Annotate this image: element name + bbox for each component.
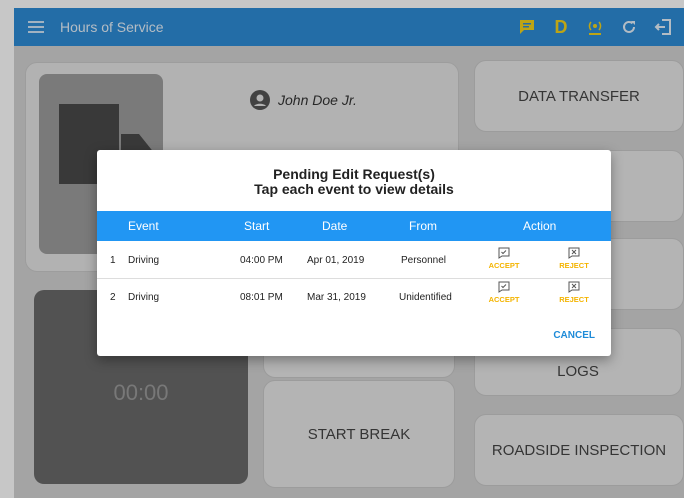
table-row[interactable]: 1 Driving 04:00 PM Apr 01, 2019 Personne… — [97, 242, 611, 278]
column-start: Start — [244, 219, 270, 233]
row-number: 2 — [110, 292, 116, 303]
row-from: Unidentified — [399, 292, 452, 303]
dialog-title-line2: Tap each event to view details — [254, 181, 454, 197]
pending-edit-requests-dialog: Pending Edit Request(s) Tap each event t… — [97, 150, 611, 356]
dialog-title-line1: Pending Edit Request(s) — [273, 166, 435, 182]
row-from: Personnel — [401, 255, 447, 266]
row-date: Apr 01, 2019 — [307, 255, 365, 266]
row-start: 08:01 PM — [240, 292, 283, 303]
reject-label: REJECT — [559, 295, 589, 304]
cancel-button[interactable]: CANCEL — [553, 330, 595, 341]
accept-label: ACCEPT — [488, 261, 520, 270]
row-start: 04:00 PM — [240, 255, 283, 266]
reject-label: REJECT — [559, 261, 589, 270]
table-row[interactable]: 2 Driving 08:01 PM Mar 31, 2019 Unidenti… — [97, 279, 611, 315]
reject-x-icon — [568, 247, 580, 259]
column-from: From — [409, 219, 437, 233]
accept-label: ACCEPT — [488, 295, 520, 304]
accept-check-icon — [498, 247, 510, 259]
reject-x-icon — [568, 281, 580, 293]
dialog-title: Pending Edit Request(s) Tap each event t… — [97, 167, 611, 197]
row-number: 1 — [110, 255, 116, 266]
row-event: Driving — [128, 255, 160, 266]
column-event: Event — [128, 219, 159, 233]
screen: Hours of Service D John Doe Jr. DATA TRA… — [0, 0, 684, 498]
reject-button[interactable]: REJECT — [554, 281, 594, 304]
column-date: Date — [322, 219, 348, 233]
table-header: Event Start Date From Action — [97, 211, 611, 241]
row-event: Driving — [128, 292, 160, 303]
row-date: Mar 31, 2019 — [307, 292, 366, 303]
accept-button[interactable]: ACCEPT — [484, 281, 524, 304]
accept-check-icon — [498, 281, 510, 293]
accept-button[interactable]: ACCEPT — [484, 247, 524, 270]
reject-button[interactable]: REJECT — [554, 247, 594, 270]
column-action: Action — [523, 219, 557, 233]
